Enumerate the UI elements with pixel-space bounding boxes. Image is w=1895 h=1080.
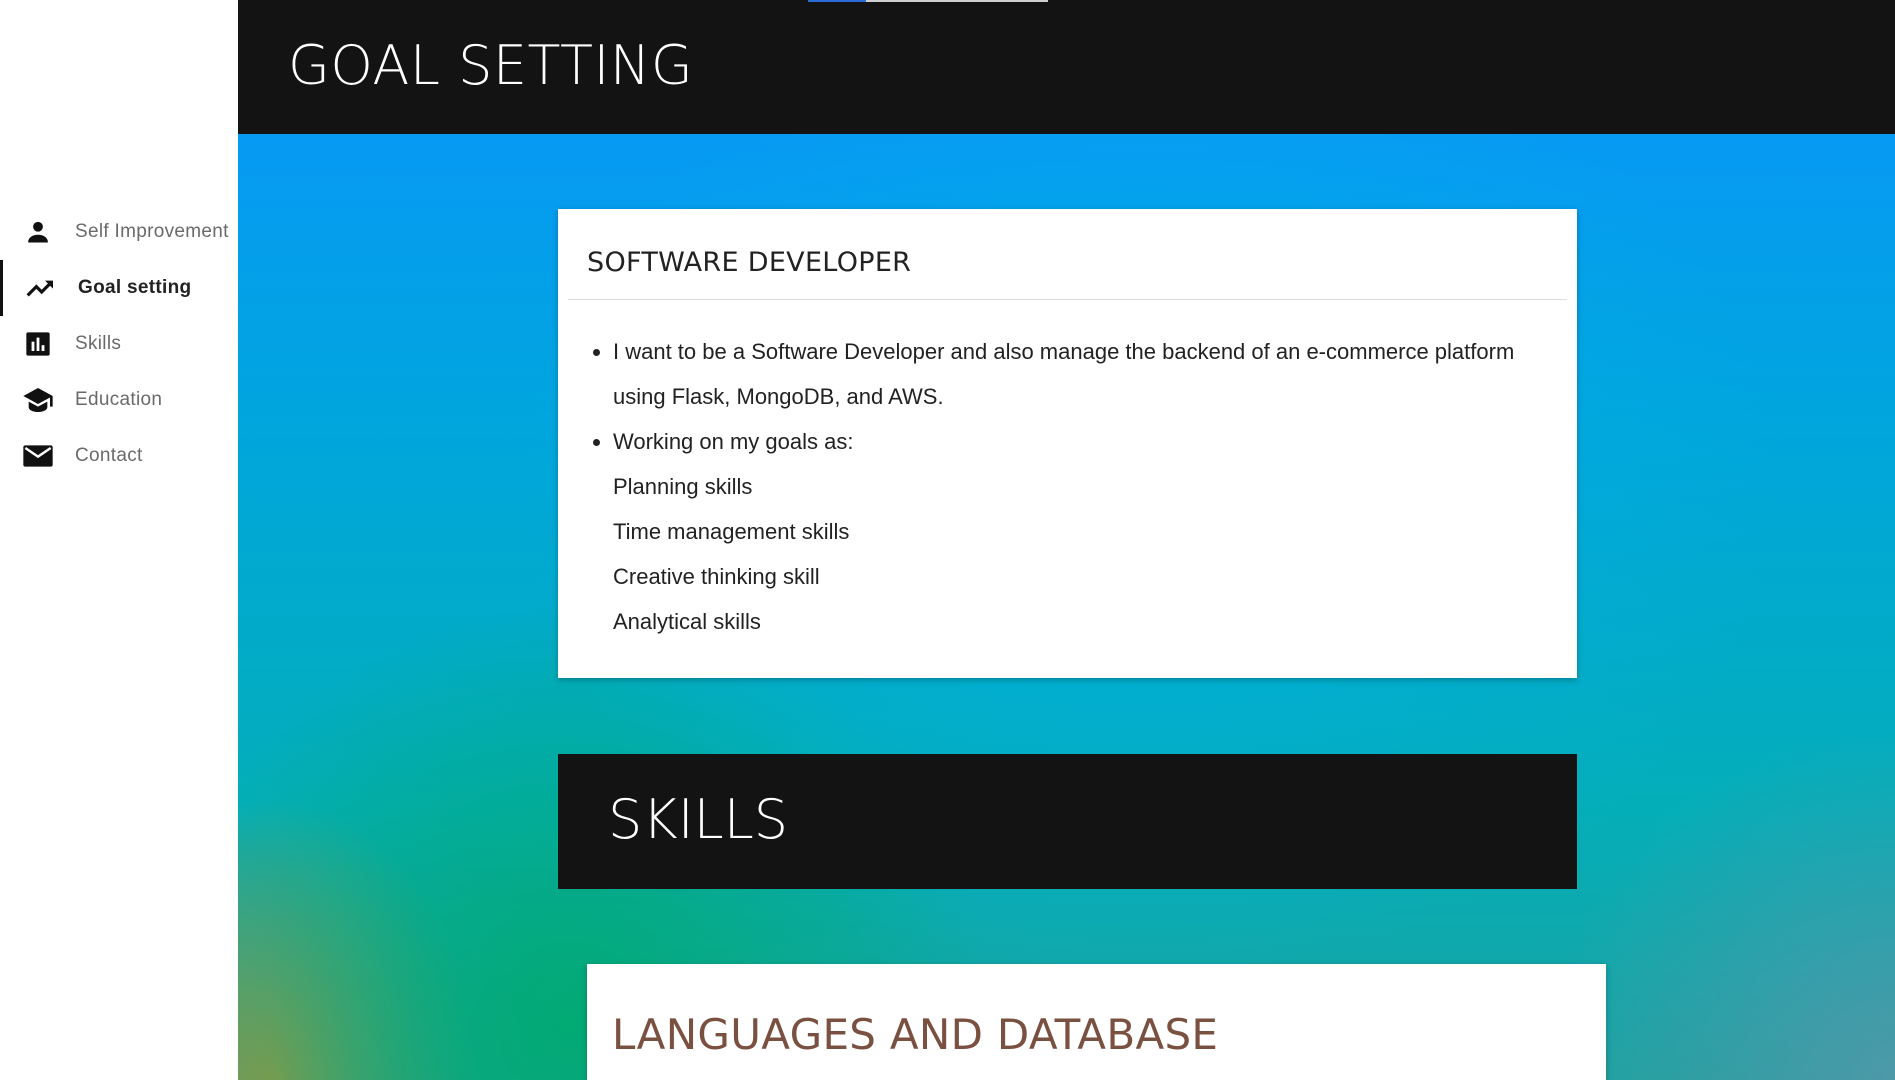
person-icon [22,216,54,248]
bar-chart-icon [22,328,54,360]
scroll-indicator [808,0,1048,2]
sidebar-item-education[interactable]: Education [0,372,238,428]
languages-card: LANGUAGES AND DATABASE [587,964,1606,1080]
school-icon [22,384,54,416]
sidebar-item-self-improvement[interactable]: Self Improvement [0,204,238,260]
skills-section-header: SKILLS [558,754,1577,889]
sidebar-nav: Self Improvement Goal setting Skills Edu… [0,204,238,484]
main-content: GOAL SETTING SOFTWARE DEVELOPER I want t… [238,0,1895,1080]
sidebar-item-label: Goal setting [78,277,192,298]
sidebar-item-goal-setting[interactable]: Goal setting [0,260,238,316]
list-item: Working on my goals as: Planning skills … [613,419,1543,644]
goal-card-title: SOFTWARE DEVELOPER [587,247,912,278]
goal-item: Planning skills [613,474,753,499]
page-title: GOAL SETTING [288,34,694,97]
goal-item: Time management skills [613,519,850,544]
page-header: GOAL SETTING [238,0,1895,134]
languages-card-title: LANGUAGES AND DATABASE [612,1010,1219,1059]
goal-card: SOFTWARE DEVELOPER I want to be a Softwa… [558,209,1577,678]
goal-item: Analytical skills [613,609,761,634]
sidebar-item-label: Education [75,389,163,410]
goal-card-body: I want to be a Software Developer and al… [583,329,1543,644]
sidebar-item-label: Skills [75,333,122,354]
divider [568,299,1567,300]
sidebar-item-label: Contact [75,445,143,466]
goal-item: Creative thinking skill [613,564,820,589]
sidebar-item-label: Self Improvement [75,221,229,242]
goal-list: I want to be a Software Developer and al… [583,329,1543,644]
sidebar-item-skills[interactable]: Skills [0,316,238,372]
skills-title: SKILLS [608,788,789,851]
sidebar-item-contact[interactable]: Contact [0,428,238,484]
sidebar: Self Improvement Goal setting Skills Edu… [0,0,238,1080]
trending-up-icon [25,272,57,304]
list-item: I want to be a Software Developer and al… [613,329,1543,419]
mail-icon [22,440,54,472]
list-item-text: Working on my goals as: [613,429,854,454]
